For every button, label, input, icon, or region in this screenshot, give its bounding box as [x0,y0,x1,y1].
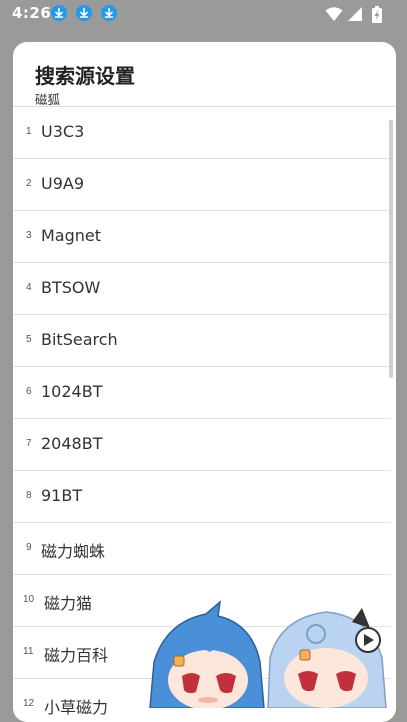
item-label: 小草磁力 [44,698,109,717]
status-bar: 4:26 [0,0,407,28]
list-item[interactable]: 8 91BT [13,471,391,523]
list-item[interactable]: 6 1024BT [13,367,391,419]
item-index: 6 [26,386,32,397]
item-label: Magnet [41,226,102,245]
download-icon [51,5,67,21]
item-label: U3C3 [41,122,85,141]
item-index: 2 [26,178,32,189]
list-item[interactable]: 7 2048BT [13,419,391,471]
mascot-illustration [148,600,396,710]
download-icon [76,5,92,21]
list-item[interactable]: 1 U3C3 [13,107,391,159]
item-index: 7 [26,438,32,449]
item-label: 1024BT [41,382,103,401]
list-item[interactable]: 4 BTSOW [13,263,391,315]
status-time: 4:26 [12,4,52,22]
list-item[interactable]: 5 BitSearch [13,315,391,367]
signal-icon [347,6,363,26]
list-item[interactable]: 3 Magnet [13,211,391,263]
item-index: 10 [23,594,35,605]
item-label: 磁力百科 [44,646,109,665]
dialog-title: 搜索源设置 [35,64,135,88]
wifi-icon [325,6,343,26]
item-index: 4 [26,282,32,293]
item-label: 磁力蜘蛛 [41,542,106,561]
item-label: 磁力猫 [44,594,93,613]
item-index: 5 [26,334,32,345]
item-index: 8 [26,490,32,501]
list-item[interactable]: 9 磁力蜘蛛 [13,523,391,575]
item-index: 12 [23,698,35,709]
item-label: BitSearch [41,330,118,349]
scrollbar[interactable] [389,120,393,378]
battery-charging-icon [372,6,382,27]
system-icons [325,6,385,24]
download-icon [101,5,117,21]
item-label: U9A9 [41,174,85,193]
item-index: 9 [26,542,32,553]
item-label: 2048BT [41,434,103,453]
item-index: 1 [26,126,32,137]
item-label: 91BT [41,486,83,505]
item-label: BTSOW [41,278,101,297]
list-item[interactable]: 2 U9A9 [13,159,391,211]
item-index: 3 [26,230,32,241]
item-index: 11 [23,646,34,657]
